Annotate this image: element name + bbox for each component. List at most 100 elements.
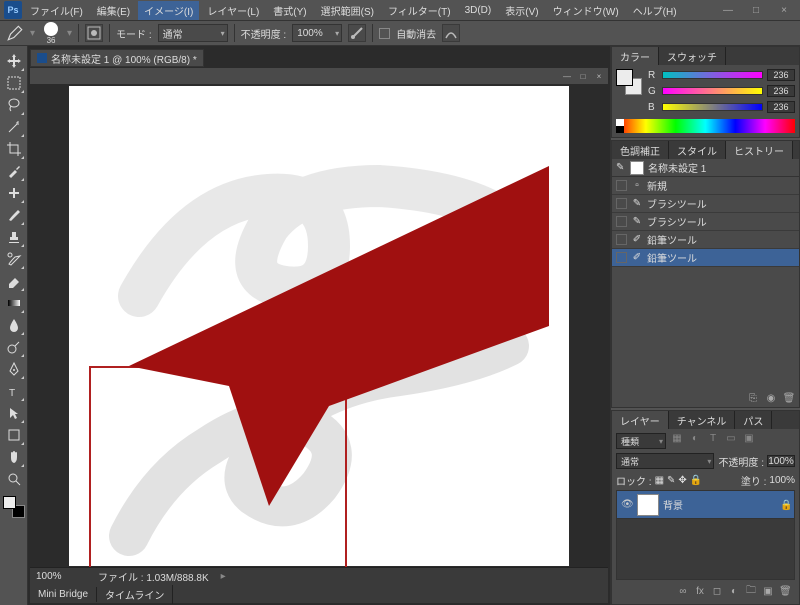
history-brush-tool[interactable]: [3, 248, 25, 270]
window-close[interactable]: ×: [772, 3, 796, 17]
menu-type[interactable]: 書式(Y): [267, 1, 312, 20]
lock-paint-icon[interactable]: ✎: [667, 475, 675, 486]
history-item[interactable]: ▫新規: [612, 177, 799, 195]
menu-help[interactable]: ヘルプ(H): [627, 1, 683, 20]
layer-item[interactable]: 👁 背景 🔒: [617, 491, 794, 519]
filter-shape-icon[interactable]: ▭: [724, 433, 738, 449]
crop-tool[interactable]: [3, 138, 25, 160]
value-g[interactable]: 236: [767, 85, 795, 97]
blur-tool[interactable]: [3, 314, 25, 336]
move-tool[interactable]: [3, 50, 25, 72]
lasso-tool[interactable]: [3, 94, 25, 116]
tab-timeline[interactable]: タイムライン: [97, 585, 173, 604]
menu-edit[interactable]: 編集(E): [91, 1, 136, 20]
panel-color-swatch[interactable]: [616, 69, 642, 95]
eyedropper-tool[interactable]: [3, 160, 25, 182]
delete-layer-icon[interactable]: 🗑: [779, 586, 791, 597]
gradient-tool[interactable]: [3, 292, 25, 314]
window-maximize[interactable]: □: [744, 3, 768, 17]
tab-paths[interactable]: パス: [735, 411, 772, 429]
wand-tool[interactable]: [3, 116, 25, 138]
pen-tool[interactable]: [3, 358, 25, 380]
stamp-tool[interactable]: [3, 226, 25, 248]
marquee-tool[interactable]: [3, 72, 25, 94]
value-b[interactable]: 236: [767, 101, 795, 113]
path-select-tool[interactable]: [3, 402, 25, 424]
eraser-tool[interactable]: [3, 270, 25, 292]
snapshot-icon[interactable]: ◉: [765, 392, 777, 404]
healing-tool[interactable]: [3, 182, 25, 204]
zoom-display[interactable]: 100%: [36, 571, 86, 582]
menu-layer[interactable]: レイヤー(L): [201, 1, 265, 20]
history-item[interactable]: ✎ブラシツール: [612, 213, 799, 231]
lock-all-icon[interactable]: 🔒: [690, 475, 702, 486]
lock-trans-icon[interactable]: ▦: [655, 475, 664, 486]
color-spectrum[interactable]: [616, 119, 795, 133]
doc-maximize[interactable]: □: [576, 70, 590, 82]
value-r[interactable]: 236: [767, 69, 795, 81]
tab-layers[interactable]: レイヤー: [612, 411, 669, 429]
trash-icon[interactable]: 🗑: [783, 392, 795, 404]
menu-filter[interactable]: フィルター(T): [382, 1, 457, 20]
slider-r[interactable]: [662, 71, 763, 79]
history-item[interactable]: ✐鉛筆ツール: [612, 249, 799, 267]
menu-3d[interactable]: 3D(D): [459, 3, 498, 18]
blend-mode-select[interactable]: 通常: [158, 24, 228, 42]
layer-filter-kind[interactable]: 種類: [616, 433, 666, 449]
autoerase-checkbox[interactable]: [379, 28, 390, 39]
tab-channels[interactable]: チャンネル: [669, 411, 736, 429]
menu-select[interactable]: 選択範囲(S): [315, 1, 380, 20]
history-snapshot[interactable]: ✎ 名称未設定 1: [612, 159, 799, 177]
brush-panel-toggle[interactable]: [85, 24, 103, 42]
brush-preset-picker[interactable]: 36: [41, 22, 61, 45]
filter-adjust-icon[interactable]: ◐: [688, 433, 702, 449]
tool-indicator-pencil[interactable]: [6, 24, 24, 42]
layer-opacity[interactable]: 100%: [767, 455, 795, 467]
shape-tool[interactable]: [3, 424, 25, 446]
lock-pos-icon[interactable]: ✥: [678, 475, 686, 486]
history-item[interactable]: ✎ブラシツール: [612, 195, 799, 213]
menu-window[interactable]: ウィンドウ(W): [547, 1, 625, 20]
visibility-icon[interactable]: 👁: [621, 499, 633, 511]
pressure-size-toggle[interactable]: [442, 24, 460, 42]
brush-tool[interactable]: [3, 204, 25, 226]
tab-color[interactable]: カラー: [612, 47, 659, 65]
filter-pixel-icon[interactable]: ▦: [670, 433, 684, 449]
document-tab[interactable]: 名称未設定 1 @ 100% (RGB/8) *: [30, 49, 204, 67]
pressure-opacity-toggle[interactable]: [348, 24, 366, 42]
zoom-tool[interactable]: [3, 468, 25, 490]
tab-history[interactable]: ヒストリー: [726, 141, 793, 159]
color-swatch[interactable]: [3, 496, 25, 518]
menu-image[interactable]: イメージ(I): [138, 1, 199, 20]
group-icon[interactable]: 🗀: [745, 583, 757, 600]
create-doc-from-state-icon[interactable]: ⎘: [747, 392, 759, 404]
history-item[interactable]: ✐鉛筆ツール: [612, 231, 799, 249]
hand-tool[interactable]: [3, 446, 25, 468]
layer-blend-mode[interactable]: 通常: [616, 453, 714, 469]
tab-styles[interactable]: スタイル: [669, 141, 726, 159]
tab-mini-bridge[interactable]: Mini Bridge: [30, 587, 97, 602]
doc-close[interactable]: ×: [592, 70, 606, 82]
tab-adjustments[interactable]: 色調補正: [612, 141, 669, 159]
filter-type-icon[interactable]: T: [706, 433, 720, 449]
tab-swatches[interactable]: スウォッチ: [659, 47, 726, 65]
dodge-tool[interactable]: [3, 336, 25, 358]
slider-g[interactable]: [662, 87, 763, 95]
canvas[interactable]: [69, 86, 569, 566]
history-brush-source-icon[interactable]: ✎: [616, 162, 626, 173]
brush-icon: ✎: [631, 198, 643, 210]
window-minimize[interactable]: —: [716, 3, 740, 17]
layer-mask-icon[interactable]: ◻: [711, 586, 723, 597]
new-layer-icon[interactable]: ▣: [762, 586, 774, 597]
link-layers-icon[interactable]: ∞: [677, 586, 689, 597]
type-tool[interactable]: T: [3, 380, 25, 402]
menu-file[interactable]: ファイル(F): [24, 1, 89, 20]
slider-b[interactable]: [662, 103, 763, 111]
doc-minimize[interactable]: —: [560, 70, 574, 82]
adjustment-layer-icon[interactable]: ◐: [728, 586, 740, 597]
menu-view[interactable]: 表示(V): [499, 1, 544, 20]
layer-fill[interactable]: 100%: [769, 475, 795, 486]
layer-fx-icon[interactable]: fx: [694, 586, 706, 597]
filter-smart-icon[interactable]: ▣: [742, 433, 756, 449]
opacity-input[interactable]: 100%: [292, 24, 342, 42]
